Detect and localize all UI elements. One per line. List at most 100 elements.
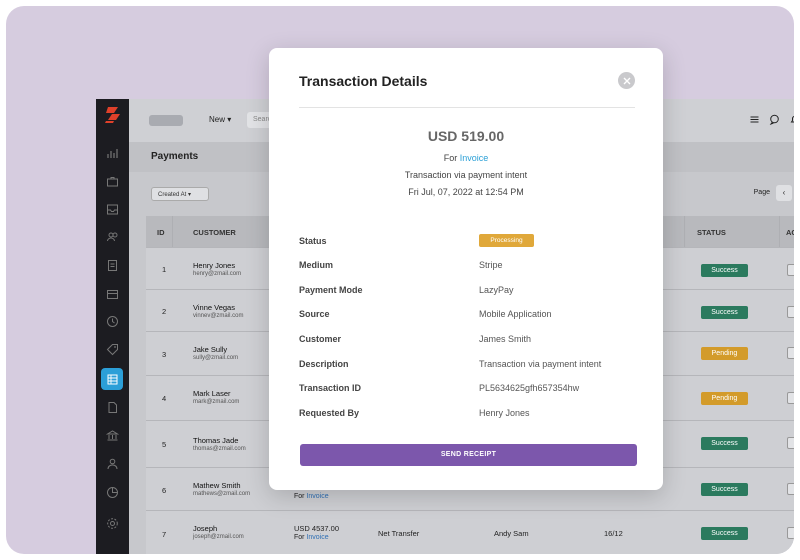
detail-value: LazyPay (479, 285, 514, 295)
view-icon[interactable] (787, 306, 794, 318)
detail-value: Stripe (479, 260, 503, 270)
created-at-filter[interactable]: Created At ▾ (151, 187, 209, 201)
invoice-link[interactable]: Invoice (460, 153, 489, 163)
view-icon[interactable] (787, 483, 794, 495)
clock-icon[interactable] (106, 315, 119, 328)
box-icon[interactable] (106, 288, 119, 301)
filter-label: Created At (158, 192, 187, 198)
header-customer: CUSTOMER (193, 228, 236, 237)
customer-name: Vinne Vegas (193, 303, 235, 312)
view-icon[interactable] (787, 347, 794, 359)
customer-name: Joseph (193, 524, 218, 533)
customer-name: Mark Laser (193, 389, 231, 398)
status-label: Status (299, 236, 327, 246)
view-icon[interactable] (787, 437, 794, 449)
view-icon[interactable] (787, 264, 794, 276)
divider (299, 107, 635, 108)
inbox-icon[interactable] (106, 203, 119, 216)
chart-icon[interactable] (106, 147, 119, 160)
row-id: 7 (162, 530, 167, 539)
new-button[interactable]: New ▾ (209, 115, 231, 124)
invoice-link[interactable]: Invoice (306, 493, 328, 500)
detail-label: Requested By (299, 408, 360, 418)
chevron-down-icon: ▾ (188, 192, 192, 198)
transaction-details-modal: Transaction Details USD 519.00 For Invoi… (269, 48, 663, 490)
status-badge: Success (701, 306, 748, 319)
amount-for: For Invoice (294, 534, 329, 541)
top-icons (749, 114, 794, 125)
tag-icon[interactable] (106, 343, 119, 356)
send-receipt-button[interactable]: SEND RECEIPT (300, 444, 637, 466)
pie-chart-icon[interactable] (106, 486, 119, 499)
status-badge: Success (701, 437, 748, 450)
customer-name: Jake Sully (193, 345, 228, 354)
prev-page-button[interactable]: ‹ (776, 185, 792, 201)
customer-email: thomas@zmail.com (193, 446, 246, 452)
workspace-pill[interactable] (149, 115, 183, 126)
status-badge: Success (701, 483, 748, 496)
customer-name: Thomas Jade (193, 436, 239, 445)
screenshot-frame: New ▾ Searc Payments Created At ▾ Page ‹… (6, 6, 794, 554)
detail-label: Source (299, 309, 330, 319)
customer-name: Henry Jones (193, 261, 236, 270)
status-badge: Pending (701, 347, 748, 360)
chat-icon[interactable] (769, 114, 780, 125)
status-badge: Success (701, 264, 748, 277)
amount: USD 4537.00 (294, 524, 340, 533)
detail-value: Mobile Application (479, 309, 552, 319)
status-badge: Pending (701, 392, 748, 405)
transaction-date: Fri Jul, 07, 2022 at 12:54 PM (408, 187, 524, 197)
customer-email: vinnev@zmail.com (193, 313, 244, 319)
requested-by: Andy Sam (494, 529, 529, 538)
notification-icon[interactable] (789, 114, 794, 125)
detail-label: Transaction ID (299, 383, 362, 393)
status-badge: Processing (479, 234, 534, 247)
detail-label: Medium (299, 260, 334, 270)
customer-email: mathews@zmail.com (193, 491, 251, 497)
file-icon[interactable] (106, 401, 119, 414)
sidebar (96, 99, 129, 554)
transaction-subtitle: Transaction via payment intent (404, 170, 528, 180)
header-actions: ACT (786, 228, 794, 237)
payments-icon[interactable] (101, 368, 123, 390)
row-id: 2 (162, 307, 167, 316)
detail-label: Customer (299, 334, 342, 344)
header-id: ID (157, 228, 165, 237)
bank-icon[interactable] (106, 429, 119, 442)
briefcase-icon[interactable] (106, 175, 119, 188)
customer-name: Mathew Smith (193, 481, 241, 490)
row-id: 1 (162, 265, 167, 274)
row-id: 5 (162, 440, 167, 449)
close-button[interactable] (618, 72, 635, 89)
document-icon[interactable] (106, 259, 119, 272)
customer-email: joseph@zmail.com (193, 534, 244, 540)
header-status: STATUS (697, 228, 726, 237)
user-icon[interactable] (106, 457, 119, 470)
detail-label: Description (299, 359, 349, 369)
table-row[interactable]: 7 Joseph joseph@zmail.com USD 4537.00 Fo… (146, 510, 794, 554)
invoice-link[interactable]: Invoice (306, 534, 328, 541)
menu-icon[interactable] (749, 114, 760, 125)
logo-icon (104, 106, 122, 124)
view-icon[interactable] (787, 527, 794, 539)
transaction-for: For Invoice (443, 153, 489, 163)
users-icon[interactable] (106, 230, 119, 243)
detail-value: PL5634625gfh657354hw (479, 383, 580, 393)
close-icon (623, 77, 630, 84)
detail-label: Payment Mode (299, 285, 363, 295)
modal-title: Transaction Details (299, 73, 428, 89)
date: 16/12 (604, 529, 623, 538)
medium: Net Transfer (378, 529, 420, 538)
pagination-label: Page (753, 189, 770, 196)
status-badge: Success (701, 527, 748, 540)
row-id: 4 (162, 394, 167, 403)
customer-email: henry@zmail.com (193, 271, 242, 277)
detail-value: Henry Jones (479, 408, 530, 418)
customer-email: mark@zmail.com (193, 399, 240, 405)
transaction-amount: USD 519.00 (427, 128, 505, 144)
settings-icon[interactable] (106, 517, 119, 530)
detail-value: Transaction via payment intent (479, 359, 602, 369)
row-id: 3 (162, 350, 167, 359)
view-icon[interactable] (787, 392, 794, 404)
amount-for: For Invoice (294, 493, 329, 500)
